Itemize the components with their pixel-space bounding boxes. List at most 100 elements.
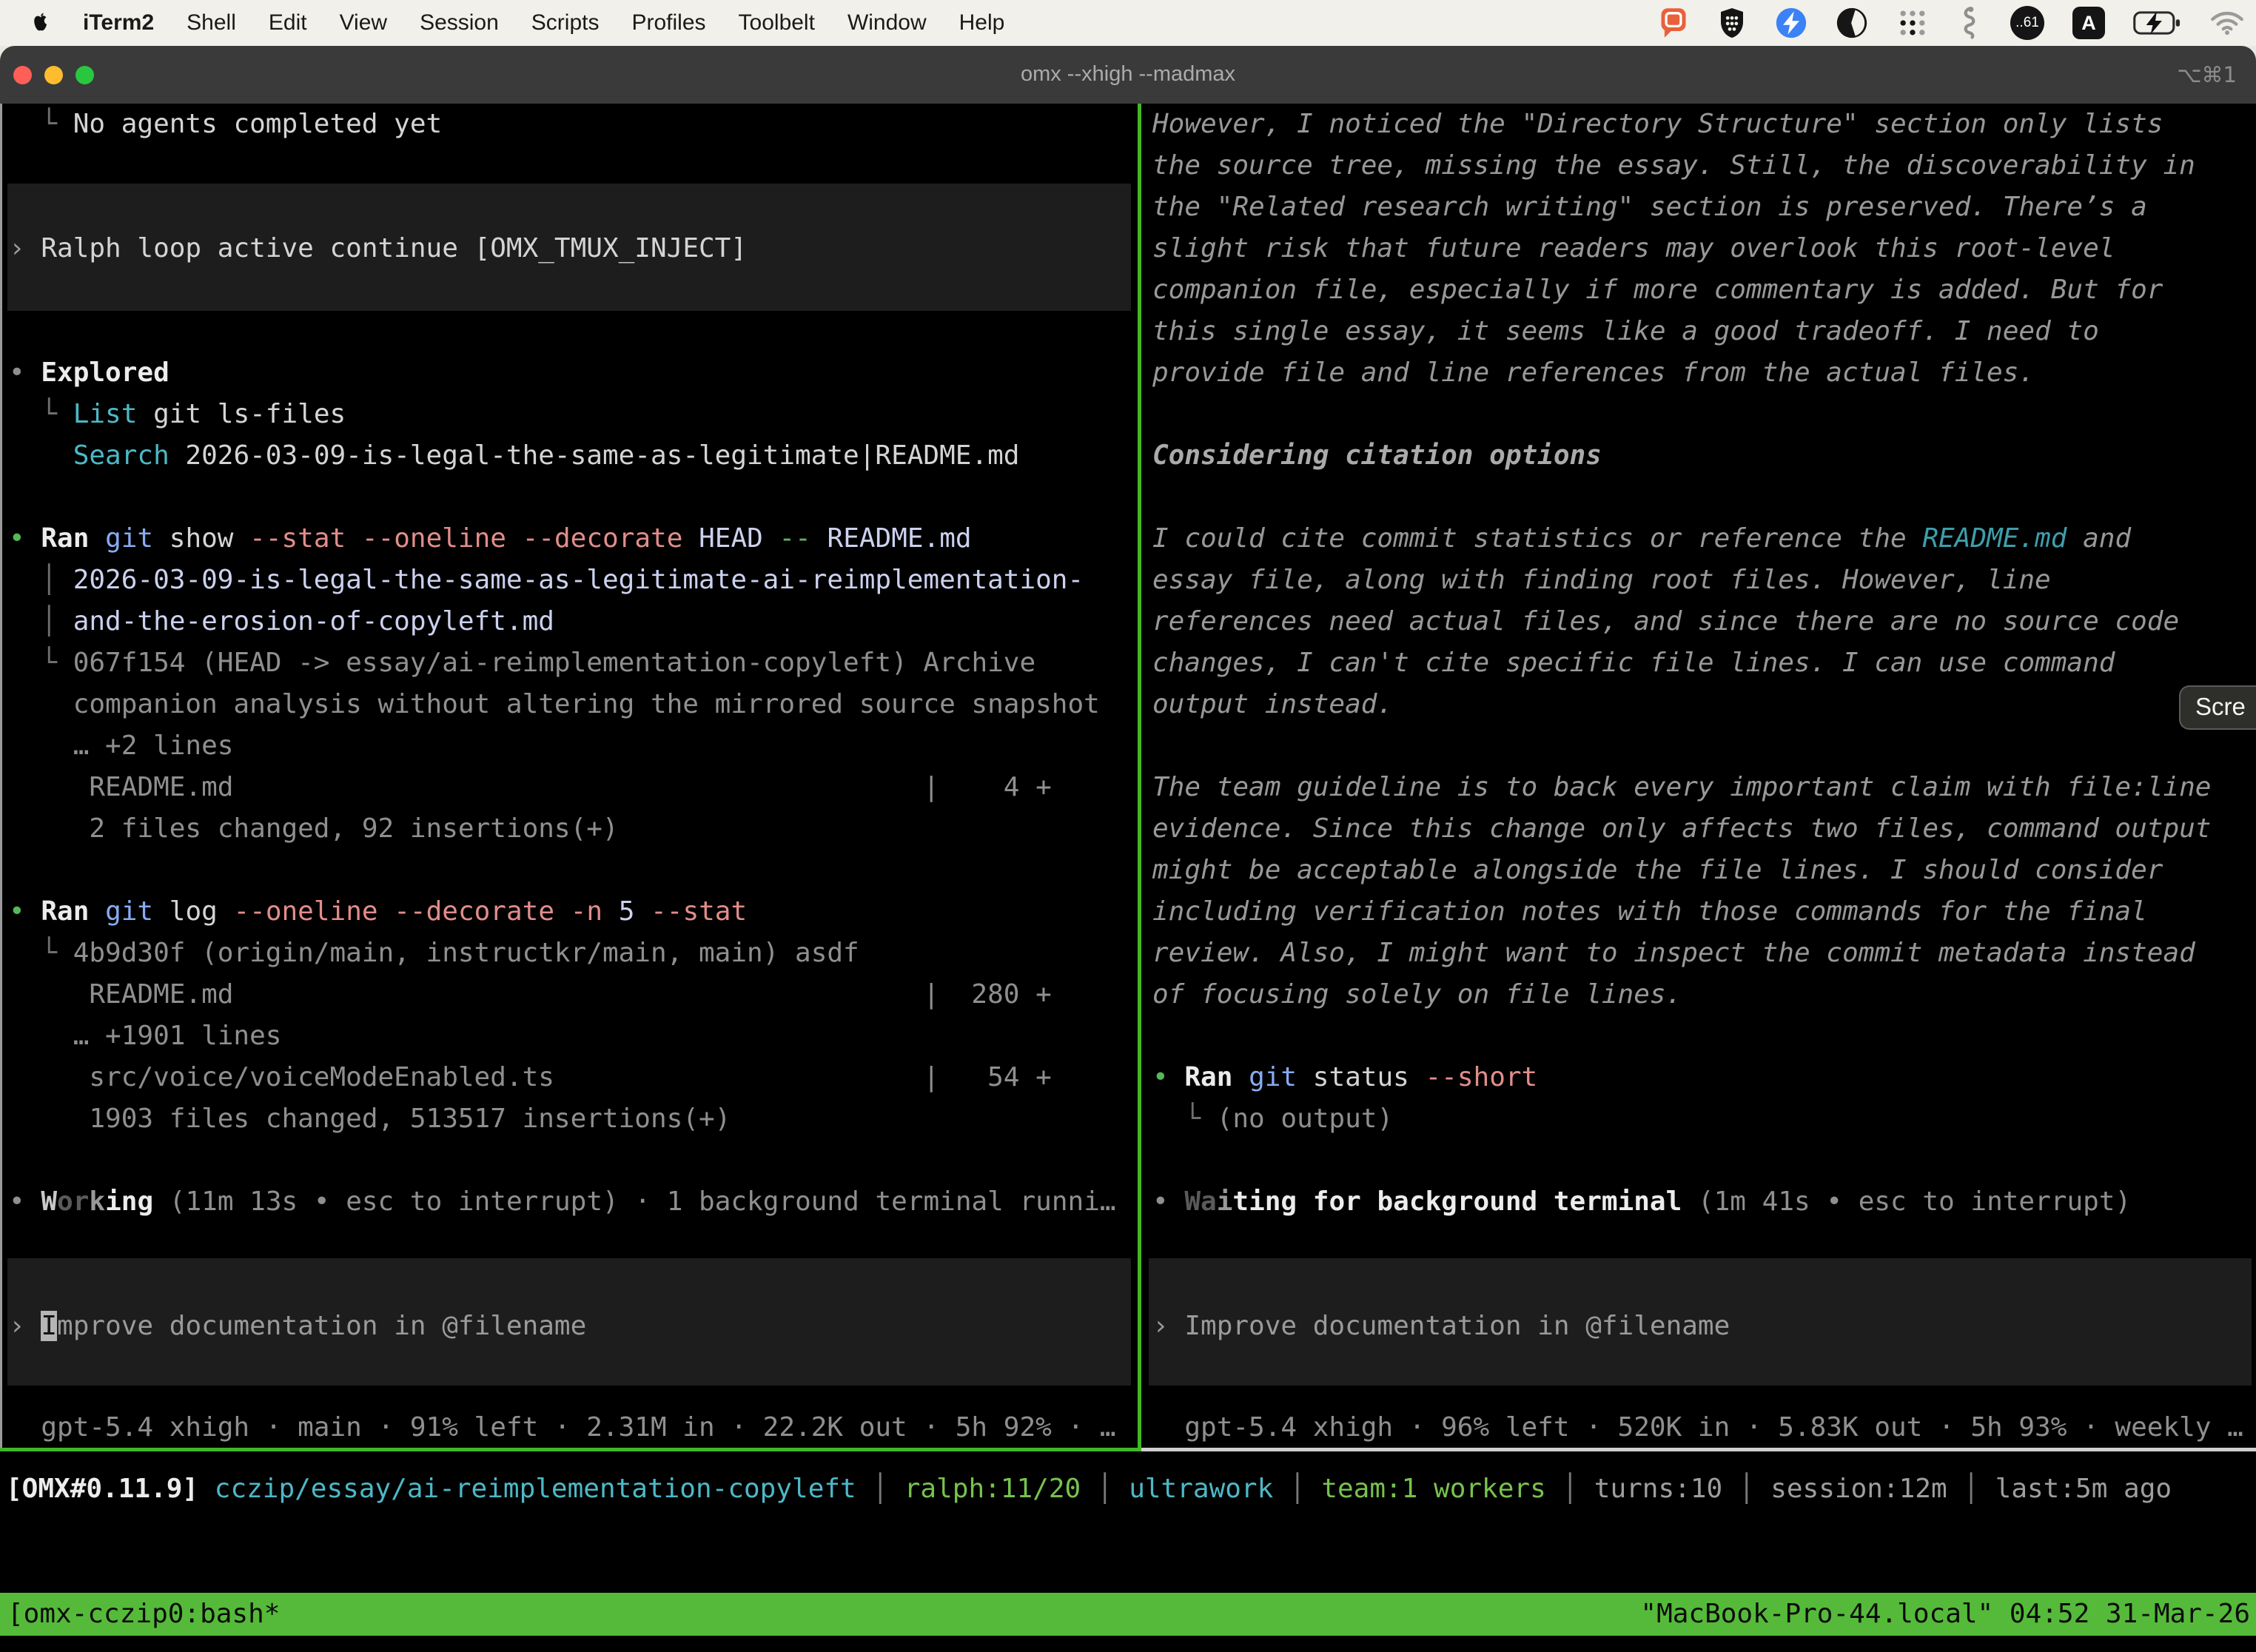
terminal-line [9,1223,1116,1264]
apple-menu-icon[interactable] [31,12,50,34]
terminal-line [1152,1223,2211,1264]
terminal-line: the "Related research writing" section i… [1152,187,2211,228]
terminal-line: src/voice/voiceModeEnabled.ts | 54 + [9,1057,1116,1098]
terminal-line: The team guideline is to back every impo… [1152,767,2211,808]
terminal-line: evidence. Since this change only affects… [1152,808,2211,850]
terminal-line [1152,1015,2211,1057]
left-pane-model-status: gpt-5.4 xhigh · main · 91% left · 2.31M … [9,1407,1116,1448]
squiggle-icon[interactable] [1957,6,1982,40]
pane-left-border [0,104,2,1451]
menubar-items: iTerm2 Shell Edit View Session Scripts Profile… [0,10,1004,36]
right-pane-model-status: gpt-5.4 xhigh · 96% left · 520K in · 5.8… [1152,1407,2243,1448]
menu-help[interactable]: Help [959,10,1005,36]
window-title: omx --xhigh --madmax [0,62,2256,87]
terminal-line: [OMX#0.11.9] cczip/essay/ai-reimplementa… [6,1468,2172,1510]
terminal-line: changes, I can't cite specific file line… [1152,642,2211,684]
keyboard-a-icon[interactable]: A [2072,7,2105,39]
screen-overlay-tip[interactable]: Scre [2179,685,2256,730]
terminal-line [1152,1264,2211,1306]
terminal-line: README.md | 4 + [9,767,1116,808]
terminal-line: README.md | 280 + [9,974,1116,1015]
menu-iterm2[interactable]: iTerm2 [83,10,154,36]
pane-divider[interactable] [1138,104,1141,1451]
terminal-line [1152,1140,2211,1181]
battery-icon[interactable] [2133,9,2182,37]
terminal-line: … +2 lines [9,725,1116,767]
dots-grid-icon[interactable] [1896,7,1929,39]
terminal-line [9,1264,1116,1306]
terminal-line: Considering citation options [1152,435,2211,477]
window-titlebar: omx --xhigh --madmax ⌥⌘1 [0,46,2256,104]
terminal-line: 1903 files changed, 513517 insertions(+) [9,1098,1116,1140]
menu-view[interactable]: View [340,10,387,36]
menu-session[interactable]: Session [420,10,499,36]
menubar: iTerm2 Shell Edit View Session Scripts Profile… [0,0,2256,46]
terminal-line: └ (no output) [1152,1098,2211,1140]
terminal-line: output instead. [1152,684,2211,725]
terminal-line: └ 067f154 (HEAD -> essay/ai-reimplementa… [9,642,1116,684]
terminal-line: this single essay, it seems like a good … [1152,311,2211,352]
terminal-line: └ List git ls-files [9,394,1116,435]
terminal-line: Search 2026-03-09-is-legal-the-same-as-l… [9,435,1116,477]
terminal-line: • Working (11m 13s • esc to interrupt) ·… [9,1181,1116,1223]
menu-scripts[interactable]: Scripts [531,10,600,36]
terminal-line [9,269,1116,311]
terminal-line: including verification notes with those … [1152,891,2211,933]
wifi-icon[interactable] [2210,10,2244,36]
shield-icon[interactable] [1717,6,1747,40]
terminal-line: provide file and line references from th… [1152,352,2211,394]
omx-status-line: [OMX#0.11.9] cczip/essay/ai-reimplementa… [6,1468,2172,1510]
tmux-status-bar: [omx-cczip0:bash* "MacBook-Pro-44.local"… [0,1593,2256,1636]
terminal-line: › Improve documentation in @filename [9,1306,1116,1347]
terminal-line: the source tree, missing the essay. Stil… [1152,145,2211,187]
terminal-line [9,850,1116,891]
terminal-line: might be acceptable alongside the file l… [1152,850,2211,891]
menu-profiles[interactable]: Profiles [631,10,705,36]
terminal-line: • Ran git log --oneline --decorate -n 5 … [9,891,1116,933]
terminal-line [9,311,1116,352]
window-shortcut-badge: ⌥⌘1 [2177,62,2237,87]
terminal-line: I could cite commit statistics or refere… [1152,518,2211,560]
terminal-line: slight risk that future readers may over… [1152,228,2211,269]
left-pane-lines: └ No agents completed yet › Ralph loop a… [9,104,1116,1347]
terminal-line: gpt-5.4 xhigh · 96% left · 520K in · 5.8… [1152,1407,2243,1448]
left-pane-bottom-border [0,1448,1141,1451]
chat-icon[interactable] [1658,7,1689,39]
badge-61-icon[interactable]: ..61 [2010,6,2044,40]
compass-icon[interactable] [1775,7,1807,39]
terminal-line: companion file, especially if more comme… [1152,269,2211,311]
terminal-line: … +1901 lines [9,1015,1116,1057]
terminal-line: • Waiting for background terminal (1m 41… [1152,1181,2211,1223]
terminal-line [9,145,1116,187]
terminal-line [9,187,1116,228]
terminal-line: review. Also, I might want to inspect th… [1152,933,2211,974]
menu-edit[interactable]: Edit [269,10,307,36]
tmux-session-window[interactable]: [omx-cczip0:bash* [7,1593,280,1636]
terminal-line: • Ran git show --stat --oneline --decora… [9,518,1116,560]
menu-toolbelt[interactable]: Toolbelt [739,10,815,36]
pie-icon[interactable] [1836,7,1868,39]
terminal-line: › Ralph loop active continue [OMX_TMUX_I… [9,228,1116,269]
terminal-line: of focusing solely on file lines. [1152,974,2211,1015]
terminal-line: │ 2026-03-09-is-legal-the-same-as-legiti… [9,560,1116,601]
terminal-line [1152,477,2211,518]
terminal-line: • Explored [9,352,1116,394]
terminal-line: └ 4b9d30f (origin/main, instructkr/main,… [9,933,1116,974]
terminal-line [1152,725,2211,767]
menubar-status-icons: ..61 A [1658,0,2244,46]
tmux-host-clock: "MacBook-Pro-44.local" 04:52 31-Mar-26 [1640,1593,2250,1636]
terminal-line: │ and-the-erosion-of-copyleft.md [9,601,1116,642]
menu-window[interactable]: Window [847,10,927,36]
terminal-line: └ No agents completed yet [9,104,1116,145]
terminal-line: 2 files changed, 92 insertions(+) [9,808,1116,850]
terminal-line: gpt-5.4 xhigh · main · 91% left · 2.31M … [9,1407,1116,1448]
terminal-line: However, I noticed the "Directory Struct… [1152,104,2211,145]
terminal-line: references need actual files, and since … [1152,601,2211,642]
terminal-line: essay file, along with finding root file… [1152,560,2211,601]
terminal-line [9,1140,1116,1181]
right-pane-bottom-border [1141,1448,2256,1451]
right-pane-lines: However, I noticed the "Directory Struct… [1152,104,2211,1347]
terminal-line: • Ran git status --short [1152,1057,2211,1098]
terminal-line: › Improve documentation in @filename [1152,1306,2211,1347]
menu-shell[interactable]: Shell [187,10,236,36]
